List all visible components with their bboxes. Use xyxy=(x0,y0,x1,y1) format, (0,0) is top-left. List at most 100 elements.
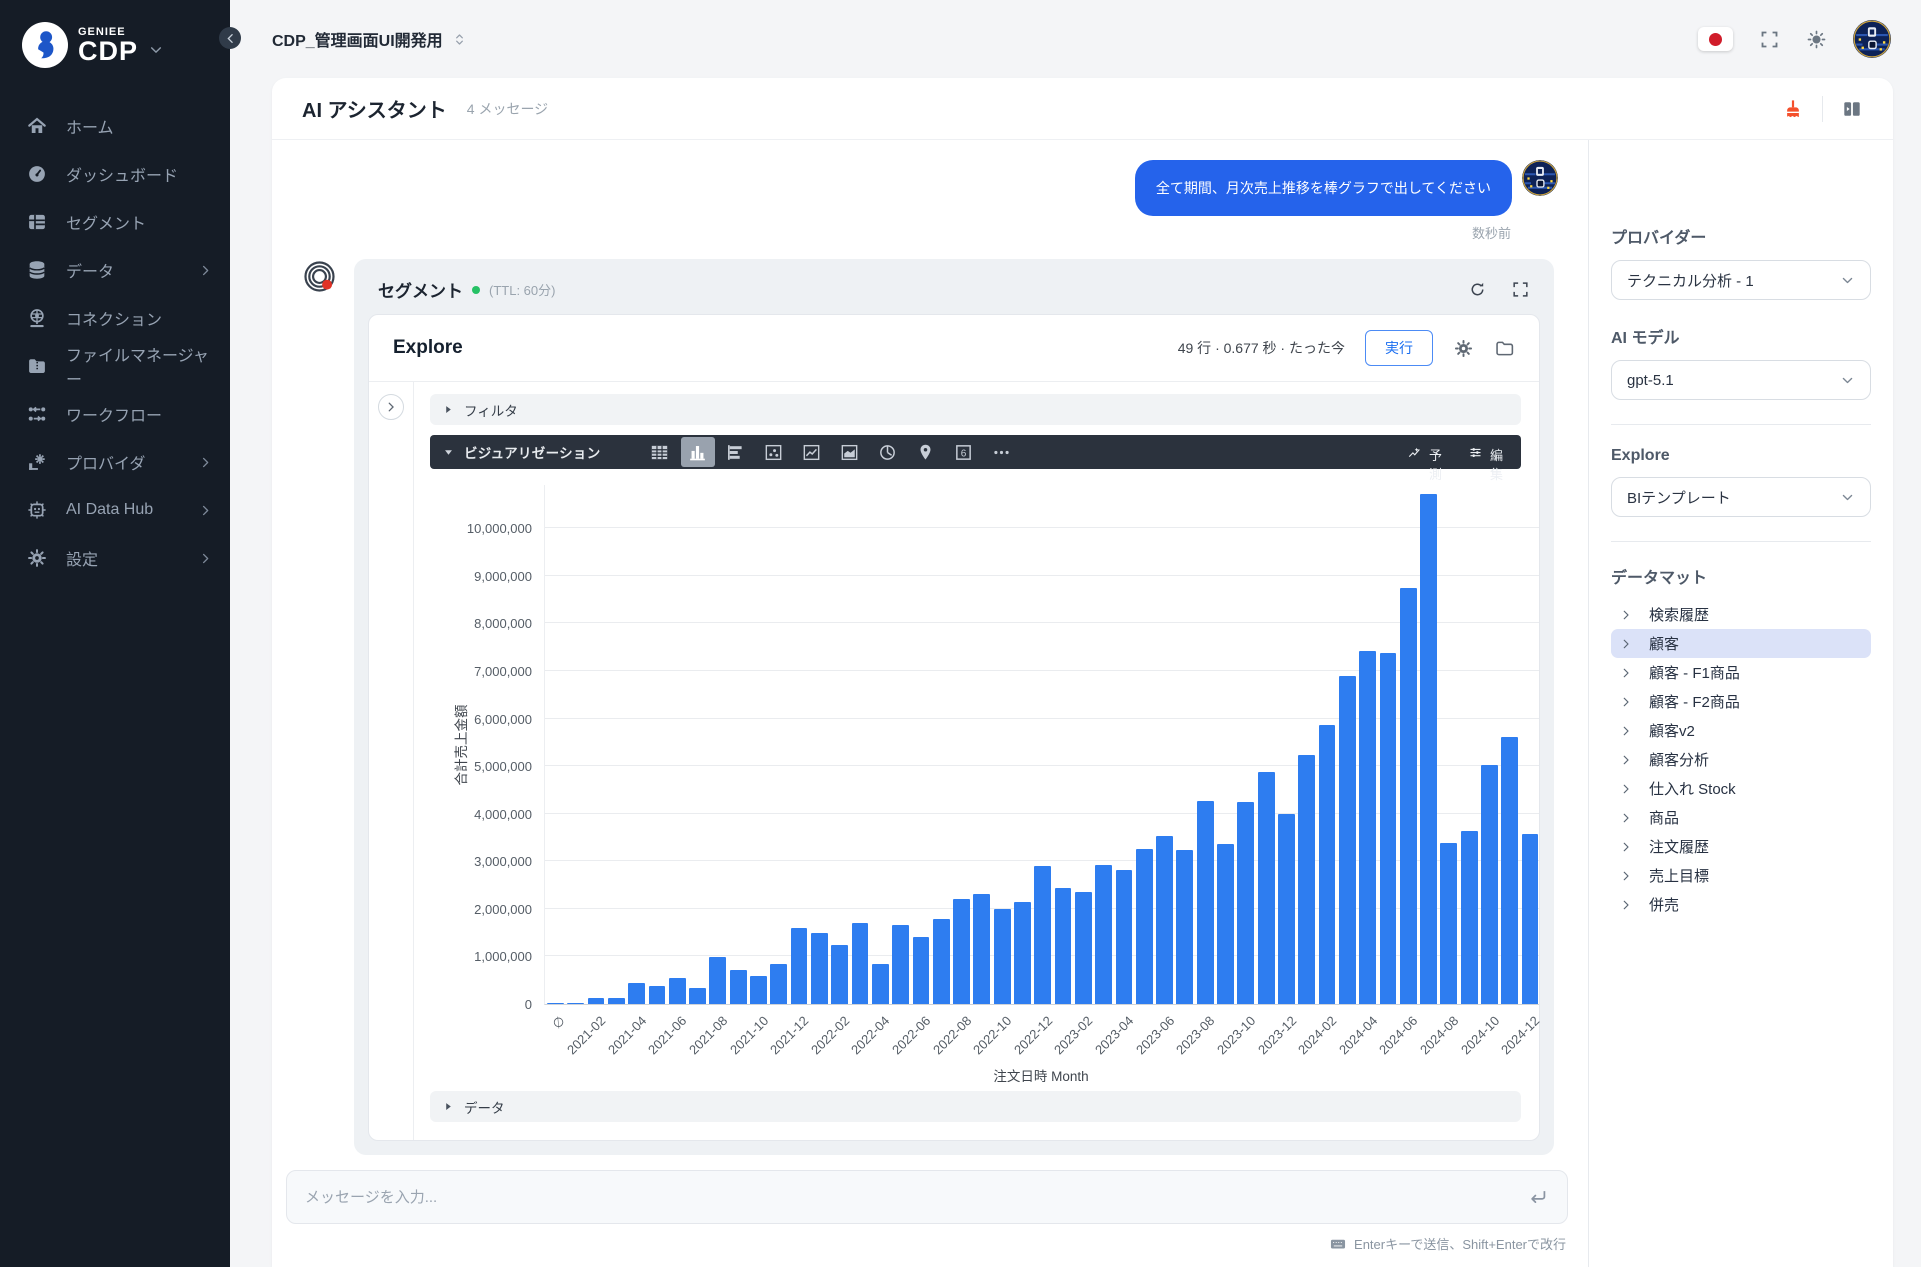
datamart-item[interactable]: 顧客v2 xyxy=(1611,716,1871,745)
bar-2022-06[interactable] xyxy=(913,937,930,1004)
datamart-item[interactable]: 商品 xyxy=(1611,803,1871,832)
bar-2021-06[interactable] xyxy=(669,978,686,1004)
folder-icon[interactable] xyxy=(1494,338,1515,359)
bar-2022-11[interactable] xyxy=(1014,902,1031,1004)
expand-button[interactable] xyxy=(1511,280,1530,299)
bar-2024-05[interactable] xyxy=(1380,653,1397,1004)
data-section-toggle[interactable]: データ xyxy=(430,1091,1521,1122)
bar-2023-03[interactable] xyxy=(1095,865,1112,1004)
sidebar-item-8[interactable]: AI Data Hub xyxy=(0,486,230,534)
datamart-item[interactable]: 顧客 - F1商品 xyxy=(1611,658,1871,687)
datamart-item[interactable]: 顧客 - F2商品 xyxy=(1611,687,1871,716)
sidebar-collapse-button[interactable] xyxy=(219,27,241,49)
viz-type-pin-icon[interactable] xyxy=(909,437,943,467)
bar-2022-04[interactable] xyxy=(872,964,889,1004)
viz-type-table-icon[interactable] xyxy=(643,437,677,467)
refresh-button[interactable] xyxy=(1468,280,1487,299)
provider-select[interactable]: テクニカル分析 - 1 xyxy=(1611,260,1871,300)
viz-type-scatter-icon[interactable] xyxy=(757,437,791,467)
bar-2022-03[interactable] xyxy=(852,923,869,1004)
bar-2021-05[interactable] xyxy=(649,986,666,1004)
bar-2021-04[interactable] xyxy=(628,983,645,1004)
viz-type-area-chart-icon[interactable] xyxy=(833,437,867,467)
bar-2024-03[interactable] xyxy=(1339,676,1356,1004)
sidebar-item-5[interactable]: ファイルマネージャー xyxy=(0,342,230,390)
sidebar-item-9[interactable]: 設定 xyxy=(0,534,230,582)
sidebar-item-2[interactable]: セグメント xyxy=(0,198,230,246)
viz-type-more-icon[interactable] xyxy=(985,437,1019,467)
bar-2024-01[interactable] xyxy=(1298,755,1315,1004)
theme-toggle-button[interactable] xyxy=(1806,29,1827,50)
bar-2023-11[interactable] xyxy=(1258,772,1275,1004)
bar-2021-08[interactable] xyxy=(709,957,726,1004)
avatar[interactable] xyxy=(1853,20,1891,58)
gear-icon[interactable] xyxy=(1453,338,1474,359)
message-input[interactable] xyxy=(305,1189,1527,1206)
sidebar-item-1[interactable]: ダッシュボード xyxy=(0,150,230,198)
datamart-item[interactable]: 注文履歴 xyxy=(1611,832,1871,861)
model-select[interactable]: gpt-5.1 xyxy=(1611,360,1871,400)
edit-button[interactable]: 編集 xyxy=(1468,445,1505,460)
bar-2023-09[interactable] xyxy=(1217,844,1234,1004)
bar-2024-04[interactable] xyxy=(1359,651,1376,1004)
datamart-item[interactable]: 売上目標 xyxy=(1611,861,1871,890)
bar-2023-02[interactable] xyxy=(1075,892,1092,1004)
explore-select[interactable]: BIテンプレート xyxy=(1611,477,1871,517)
expand-rail-button[interactable] xyxy=(378,394,404,420)
sidebar-item-6[interactable]: ワークフロー xyxy=(0,390,230,438)
bar-2023-04[interactable] xyxy=(1116,870,1133,1004)
bar-2022-01[interactable] xyxy=(811,933,828,1004)
bar-2023-12[interactable] xyxy=(1278,814,1295,1004)
bar-2024-06[interactable] xyxy=(1400,588,1417,1004)
sidebar-item-7[interactable]: プロバイダ xyxy=(0,438,230,486)
bar-2024-12[interactable] xyxy=(1522,834,1539,1004)
datamart-item[interactable]: 併売 xyxy=(1611,890,1871,919)
bar-2024-10[interactable] xyxy=(1481,765,1498,1004)
bar-2022-05[interactable] xyxy=(892,925,909,1004)
bar-2023-05[interactable] xyxy=(1136,849,1153,1004)
sidebar-item-4[interactable]: コネクション xyxy=(0,294,230,342)
bar-2022-07[interactable] xyxy=(933,919,950,1004)
bar-2021-02[interactable] xyxy=(588,998,605,1004)
bar-2021-12[interactable] xyxy=(791,928,808,1004)
caret-down-icon[interactable] xyxy=(443,447,454,458)
bar-2022-09[interactable] xyxy=(973,894,990,1004)
viz-type-bar-chart-icon[interactable] xyxy=(681,437,715,467)
forecast-button[interactable]: 予測 xyxy=(1407,445,1444,460)
bar-2023-06[interactable] xyxy=(1156,836,1173,1004)
workspace-selector[interactable]: CDP_管理画面UI開発用 xyxy=(272,27,467,51)
toggle-panel-button[interactable] xyxy=(1841,98,1863,120)
sidebar-item-3[interactable]: データ xyxy=(0,246,230,294)
language-selector[interactable] xyxy=(1698,27,1733,51)
bar-2024-08[interactable] xyxy=(1440,843,1457,1004)
bar-2022-08[interactable] xyxy=(953,899,970,1004)
bar-2021-09[interactable] xyxy=(730,970,747,1004)
bar-2021-07[interactable] xyxy=(689,988,706,1004)
bar-2021-01[interactable] xyxy=(567,1003,584,1004)
datamart-item[interactable]: 検索履歴 xyxy=(1611,600,1871,629)
run-button[interactable]: 実行 xyxy=(1365,330,1433,366)
bar-2022-10[interactable] xyxy=(994,909,1011,1004)
bar-2024-07[interactable] xyxy=(1420,494,1437,1004)
bar-2021-10[interactable] xyxy=(750,976,767,1004)
fullscreen-button[interactable] xyxy=(1759,29,1780,50)
chevron-down-icon[interactable] xyxy=(148,42,164,58)
bar-2022-12[interactable] xyxy=(1034,866,1051,1004)
bar-∅[interactable] xyxy=(547,1003,564,1004)
datamart-item[interactable]: 顧客分析 xyxy=(1611,745,1871,774)
datamart-item[interactable]: 顧客 xyxy=(1611,629,1871,658)
sidebar-item-0[interactable]: ホーム xyxy=(0,102,230,150)
bar-2023-08[interactable] xyxy=(1197,801,1214,1004)
bar-2022-02[interactable] xyxy=(831,945,848,1004)
bar-2024-09[interactable] xyxy=(1461,831,1478,1004)
datamart-item[interactable]: 仕入れ Stock xyxy=(1611,774,1871,803)
bar-2024-02[interactable] xyxy=(1319,725,1336,1004)
viz-type-donut-icon[interactable] xyxy=(871,437,905,467)
clear-chat-button[interactable] xyxy=(1782,98,1804,120)
bar-2023-01[interactable] xyxy=(1055,888,1072,1004)
bar-2021-03[interactable] xyxy=(608,998,625,1004)
bar-2024-11[interactable] xyxy=(1501,737,1518,1004)
chat-scroll-area[interactable]: 全て期間、月次売上推移を棒グラフで出してください 数秒前 セグメント (TTL:… xyxy=(272,140,1588,1156)
bar-2021-11[interactable] xyxy=(770,964,787,1004)
brand[interactable]: GENIEE CDP xyxy=(0,0,230,68)
